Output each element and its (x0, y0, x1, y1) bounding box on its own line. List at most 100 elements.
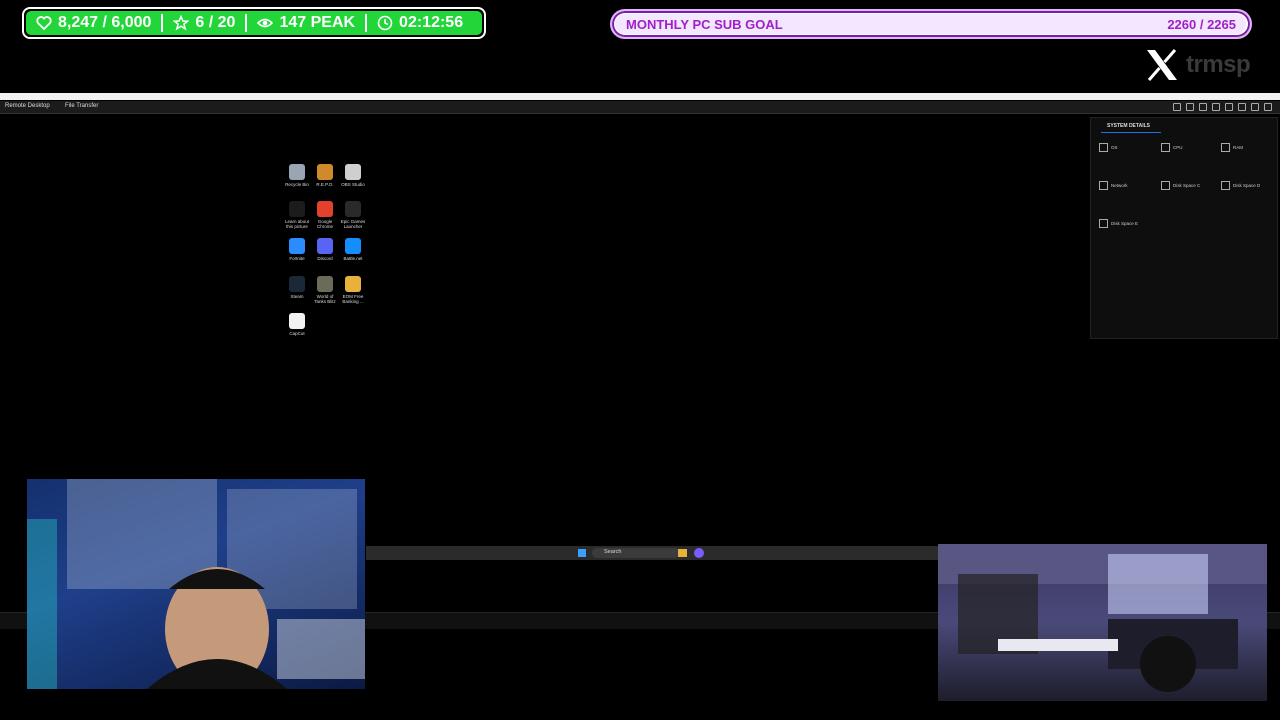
studio-webcam (938, 544, 1267, 701)
sub-goal-value: 2260 / 2265 (1167, 17, 1236, 32)
disk-icon (1221, 181, 1230, 190)
capcut-icon (289, 313, 305, 329)
webcam-scene-picture (27, 479, 365, 689)
desktop-icon[interactable]: Recycle Bin (283, 164, 311, 187)
camera-icon (289, 201, 305, 217)
clock-icon (377, 15, 393, 31)
followers-stat: 8,247 / 6,000 (26, 11, 161, 35)
desktop-icon-label: Google Chrome (316, 219, 333, 229)
system-detail-heading: CPU (1161, 143, 1219, 152)
discord-icon (317, 238, 333, 254)
viewers-stat: 147 PEAK (247, 11, 365, 35)
disk-icon (1161, 181, 1170, 190)
desktop-icon[interactable]: Discord (311, 238, 339, 261)
desktop-icon-label: Fortnite (289, 256, 305, 261)
desktop-icon-label: Discord (317, 256, 333, 261)
tab-underline (1101, 132, 1161, 133)
taskbar-app-icon[interactable] (694, 548, 704, 558)
tool-icon[interactable] (1199, 103, 1207, 111)
desktop-icon-label: EOM Free Banking ... (342, 294, 364, 304)
remote-toolbar (1173, 103, 1272, 111)
windows-start-icon[interactable] (578, 549, 586, 557)
chrome-icon (317, 201, 333, 217)
heart-icon (36, 16, 52, 31)
tool-icon[interactable] (1251, 103, 1259, 111)
stream-stats-bar: 8,247 / 6,000 6 / 20 147 PEAK 02:12:56 (22, 7, 486, 39)
recycle-bin-icon (289, 164, 305, 180)
streamer-webcam (27, 479, 365, 689)
tool-icon[interactable] (1238, 103, 1246, 111)
desktop-icon-label: CapCut (289, 331, 305, 336)
system-detail-item: Disk Space C (1161, 181, 1219, 190)
desktop-icon-label: OBS Studio (341, 182, 365, 187)
obs-icon (345, 164, 361, 180)
folder-icon (345, 276, 361, 292)
system-detail-title: Disk Space E (1111, 221, 1139, 226)
uptime-value: 02:12:56 (399, 14, 464, 31)
desktop-icon-label: Epic Games Launcher (340, 219, 366, 229)
game-icon (317, 164, 333, 180)
system-detail-title: Network (1111, 183, 1128, 188)
goal-stat: 6 / 20 (163, 11, 245, 35)
file-explorer-icon[interactable] (678, 549, 687, 557)
desktop-icon-label: Steam (290, 294, 304, 299)
x-logo-icon (1147, 49, 1177, 81)
viewers-value: 147 PEAK (279, 14, 356, 31)
desktop-icon[interactable]: Fortnite (283, 238, 311, 261)
sub-goal-label: MONTHLY PC SUB GOAL (626, 17, 783, 32)
tool-icon[interactable] (1225, 103, 1233, 111)
desktop-icon[interactable]: Steam (283, 276, 311, 299)
menu-file-transfer[interactable]: File Transfer (65, 103, 98, 109)
star-icon (173, 15, 190, 31)
tool-icon[interactable] (1173, 103, 1181, 111)
steam-icon (289, 276, 305, 292)
remote-window-menubar: Remote Desktop File Transfer (0, 101, 1280, 114)
desktop-icon[interactable]: Battle.net (339, 238, 367, 261)
system-detail-title: CPU (1173, 145, 1183, 150)
system-detail-heading: Network (1099, 181, 1157, 190)
system-detail-title: Disk Space C (1173, 183, 1201, 188)
taskbar-search-box[interactable]: Search (592, 548, 680, 558)
remote-window-titlebar (0, 93, 1280, 100)
tool-icon[interactable] (1264, 103, 1272, 111)
desktop-icon[interactable]: R.E.P.O. (311, 164, 339, 187)
tank-icon (317, 276, 333, 292)
network-icon (1099, 181, 1108, 190)
system-details-panel: SYSTEM DETAILS OS CPU RAM Network Disk Space… (1090, 117, 1278, 339)
system-detail-heading: OS (1099, 143, 1157, 152)
desktop-icon[interactable]: Epic Games Launcher (339, 201, 367, 229)
system-detail-heading: Disk Space C (1161, 181, 1219, 190)
desktop-icon[interactable]: OBS Studio (339, 164, 367, 187)
tool-icon[interactable] (1186, 103, 1194, 111)
cpu-icon (1161, 143, 1170, 152)
desktop-icon[interactable]: CapCut (283, 313, 311, 336)
system-detail-heading: RAM (1221, 143, 1279, 152)
windows-icon (1099, 143, 1108, 152)
ram-icon (1221, 143, 1230, 152)
sub-goal-bar: MONTHLY PC SUB GOAL 2260 / 2265 (610, 9, 1252, 39)
remote-taskbar: Search (366, 546, 938, 560)
taskbar-search-label: Search (604, 549, 622, 555)
system-detail-title: RAM (1233, 145, 1243, 150)
system-detail-item: CPU (1161, 143, 1219, 152)
menu-remote-desktop[interactable]: Remote Desktop (5, 103, 50, 109)
goal-stars-value: 6 / 20 (195, 14, 236, 31)
uptime-stat: 02:12:56 (367, 11, 473, 35)
webcam-scene-picture (938, 544, 1267, 692)
desktop-icon[interactable]: EOM Free Banking ... (339, 276, 367, 304)
system-details-title: SYSTEM DETAILS (1107, 123, 1150, 129)
system-detail-heading: Disk Space E (1099, 219, 1157, 228)
system-detail-item: RAM (1221, 143, 1279, 152)
desktop-icon[interactable]: Google Chrome (311, 201, 339, 229)
system-detail-heading: Disk Space D (1221, 181, 1279, 190)
system-detail-item: Network (1099, 181, 1157, 190)
desktop-icon-label: Learn about this picture (284, 219, 310, 229)
system-detail-item: Disk Space D (1221, 181, 1279, 190)
desktop-icon[interactable]: Learn about this picture (283, 201, 311, 229)
tool-icon[interactable] (1212, 103, 1220, 111)
system-detail-title: Disk Space D (1233, 183, 1261, 188)
desktop-icon[interactable]: World of Tanks Blitz (311, 276, 339, 304)
system-detail-item: OS (1099, 143, 1157, 152)
eye-icon (257, 18, 274, 28)
desktop-icon-label: Battle.net (343, 256, 363, 261)
